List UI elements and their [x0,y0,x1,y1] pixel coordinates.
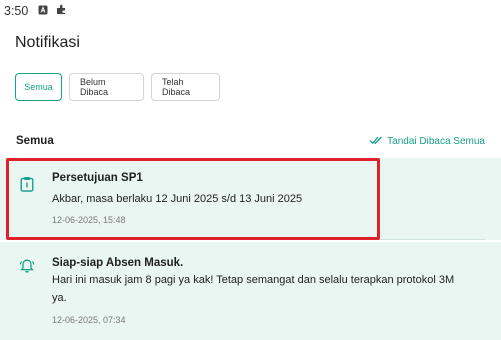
tab-semua[interactable]: Semua [15,73,62,101]
filter-tabs: Semua Belum Dibaca Telah Dibaca [15,73,220,101]
highlight-box [6,158,380,240]
status-bar: 3:50 [0,0,501,22]
page-title: Notifikasi [15,34,80,51]
double-check-icon [369,134,383,149]
notification-body: Hari ini masuk jam 8 pagi ya kak! Tetap … [52,274,455,304]
notification-a-icon [38,4,48,18]
section-title: Semua [16,135,54,147]
notification-item[interactable]: Siap-siap Absen Masuk. Hari ini masuk ja… [0,242,501,340]
status-time: 3:50 [4,4,29,18]
notification-time: 12-06-2025, 07:34 [52,315,126,325]
notification-title: Siap-siap Absen Masuk. [52,257,184,269]
bell-icon [19,258,35,274]
tab-telah-dibaca[interactable]: Telah Dibaca [151,73,220,101]
puzzle-icon [56,4,67,18]
section-header: Semua Tandai Dibaca Semua [0,130,501,152]
tab-belum-dibaca[interactable]: Belum Dibaca [69,73,144,101]
mark-all-read-button[interactable]: Tandai Dibaca Semua [369,134,485,149]
mark-all-read-label: Tandai Dibaca Semua [387,135,485,147]
